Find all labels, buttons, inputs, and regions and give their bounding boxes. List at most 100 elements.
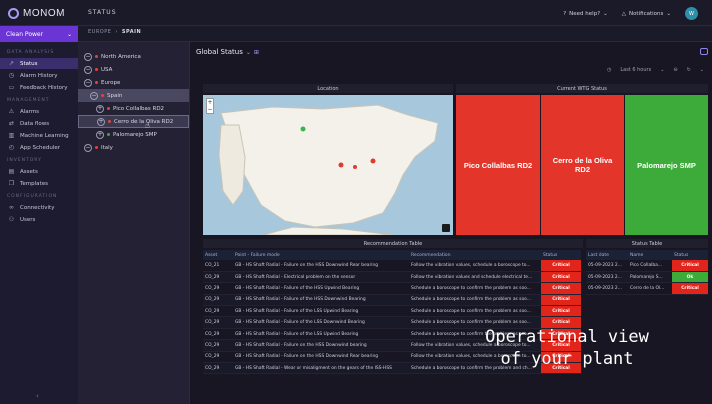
table-row[interactable]: CO_21 GB - HS Shaft Radial - Failure on t…: [203, 260, 581, 272]
table-cell: Schedule a boroscope to confirm the prob…: [409, 282, 541, 295]
table-header-cell[interactable]: Status: [672, 250, 708, 260]
wtg-tile[interactable]: Cerro de la Oliva RD2: [541, 95, 624, 235]
table-cell: GB - HS Shaft Radial - Electrical proble…: [233, 271, 409, 284]
notifications-button[interactable]: △ Notifications ⌄: [622, 11, 671, 17]
table-row[interactable]: CO_29 GB - HS Shaft Radial - Failure of t…: [203, 294, 581, 307]
table-row[interactable]: CO_29 GB - HS Shaft Radial - Failure of t…: [203, 282, 581, 295]
status-dot: [95, 55, 98, 58]
avatar[interactable]: W: [685, 7, 698, 20]
breadcrumb: EUROPE › SPAIN: [88, 29, 141, 35]
table-row[interactable]: CO_29 GB - HS Shaft Radial - Failure of t…: [203, 305, 581, 318]
sidebar-item[interactable]: ⇄ Data flows: [0, 118, 78, 129]
tree-node[interactable]: + Pico Collalbas RD2: [78, 102, 189, 115]
table-row[interactable]: CO_29 GB - HS Shaft Radial - Electrical p…: [203, 271, 581, 284]
overlay-caption: Operational view of your plant: [448, 326, 686, 370]
tree-node[interactable]: − North America: [78, 50, 189, 63]
status-dot: [107, 107, 110, 110]
table-header-cell[interactable]: Last date: [586, 250, 628, 260]
chart-icon: ▥: [8, 132, 15, 139]
table-cell: GB - HS Shaft Radial - Failure of the LS…: [233, 328, 409, 341]
logo[interactable]: MONOM: [8, 6, 68, 20]
sidebar-item-label: Templates: [20, 180, 48, 187]
tree-node[interactable]: − USA: [78, 63, 189, 76]
sidebar-item-label: Users: [20, 216, 36, 223]
table-cell: Palomarejo S...: [628, 271, 672, 284]
table-cell: CO_29: [203, 328, 233, 341]
app-title: STATUS: [88, 9, 117, 16]
wtg-tile[interactable]: Pico Collalbas RD2: [456, 95, 540, 235]
expand-icon[interactable]: −: [90, 91, 98, 100]
schedule-icon: ◴: [8, 144, 15, 151]
table-header-cell[interactable]: Asset: [203, 250, 233, 260]
table-row[interactable]: 05-09-2023 2... Palomarejo S... Ok: [586, 271, 708, 284]
table-header-row: Asset Point - Failure mode Recommendation S…: [203, 250, 581, 260]
expand-icon[interactable]: −: [84, 78, 92, 87]
sidebar-item[interactable]: ▭ Feedback History: [0, 82, 78, 93]
help-button[interactable]: ? Need help? ⌄: [563, 11, 607, 17]
expand-icon[interactable]: +: [96, 104, 104, 113]
location-map[interactable]: + −: [203, 95, 453, 235]
table-header-cell[interactable]: Point - Failure mode: [233, 250, 409, 260]
map-marker-red: [370, 158, 376, 164]
sidebar-item[interactable]: ↗ Status: [0, 58, 78, 69]
recommendation-table-title: Recommendation Table: [203, 239, 583, 248]
map-marker-red: [353, 165, 357, 169]
status-dot: [101, 94, 104, 97]
map-svg: [218, 104, 439, 235]
collapse-icon[interactable]: ‹: [36, 392, 39, 400]
overlay-line: of your plant: [500, 349, 634, 369]
sidebar-item[interactable]: ◴ App Scheduler: [0, 142, 78, 153]
chevron-down-icon[interactable]: ⌄: [700, 67, 704, 73]
tree-node[interactable]: + Cerro de la Oliva RD2 ☝: [78, 115, 189, 130]
table-cell: CO_29: [203, 305, 233, 318]
asset-tree: − North America − USA − Europe − Spain + Pico Col…: [78, 42, 190, 404]
page-title[interactable]: Global Status ⌄ ⊞: [196, 48, 259, 56]
tree-node[interactable]: − Italy: [78, 141, 189, 154]
sidebar-item[interactable]: ∞ Connectivity: [0, 202, 78, 213]
table-header-cell[interactable]: Name: [628, 250, 672, 260]
tree-node-label: Spain: [107, 92, 123, 99]
tree-node[interactable]: − Spain: [78, 89, 189, 102]
sidebar-item[interactable]: ⚇ Users: [0, 214, 78, 225]
table-cell: CO_29: [203, 282, 233, 295]
sidebar-section-title: DATA ANALYSIS: [7, 50, 55, 55]
zoom-out-button[interactable]: −: [207, 106, 213, 113]
tree-node[interactable]: − Europe: [78, 76, 189, 89]
map-marker-green: [300, 126, 306, 132]
sidebar-item[interactable]: ❐ Templates: [0, 178, 78, 189]
sidebar-item[interactable]: ▤ Assets: [0, 166, 78, 177]
logo-text: MONOM: [23, 7, 65, 19]
table-row[interactable]: 05-09-2023 2... Pico Collalba... Critical: [586, 260, 708, 272]
refresh-icon[interactable]: ↻: [687, 67, 691, 73]
warning-icon: ⚠: [8, 108, 15, 115]
sidebar-item[interactable]: ⚠ Alarms: [0, 106, 78, 117]
site-selector[interactable]: Clean Power ⌄: [0, 26, 78, 42]
expand-icon[interactable]: +: [96, 130, 104, 139]
sidebar-item-label: Status: [20, 60, 38, 67]
sub-bar: [78, 26, 712, 42]
expand-icon[interactable]: −: [84, 143, 92, 152]
chat-icon[interactable]: [700, 48, 708, 55]
table-row[interactable]: 05-09-2023 2... Cerro de la Ol... Critical: [586, 282, 708, 295]
zoom-in-button[interactable]: +: [207, 99, 213, 106]
status-badge: Critical: [541, 282, 581, 295]
expand-icon[interactable]: +: [97, 117, 105, 126]
table-cell: Follow the vibration values, schedule a …: [409, 260, 541, 272]
table-cell: CO_29: [203, 316, 233, 329]
tree-node-label: Palomarejo SMP: [113, 131, 157, 138]
sidebar-item[interactable]: ▥ Machine Learning: [0, 130, 78, 141]
table-cell: GB - HS Shaft Radial - Failure of the HS…: [233, 294, 409, 307]
zoom-icon[interactable]: ⊖: [673, 67, 677, 73]
expand-icon[interactable]: −: [84, 52, 92, 61]
status-badge: Critical: [541, 271, 581, 284]
sidebar-item[interactable]: ◷ Alarm History: [0, 70, 78, 81]
time-filter[interactable]: ◷ Last 6 hours ⌄ ⊖ ↻ ⌄: [607, 67, 704, 73]
map-fullscreen-icon[interactable]: [442, 224, 450, 232]
status-dot: [95, 81, 98, 84]
tree-node[interactable]: + Palomarejo SMP: [78, 128, 189, 141]
table-header-cell[interactable]: Recommendation: [409, 250, 541, 260]
table-header-cell[interactable]: Status: [541, 250, 581, 260]
expand-icon[interactable]: −: [84, 65, 92, 74]
breadcrumb-item[interactable]: EUROPE: [88, 29, 111, 35]
wtg-tile[interactable]: Palomarejo SMP: [625, 95, 708, 235]
